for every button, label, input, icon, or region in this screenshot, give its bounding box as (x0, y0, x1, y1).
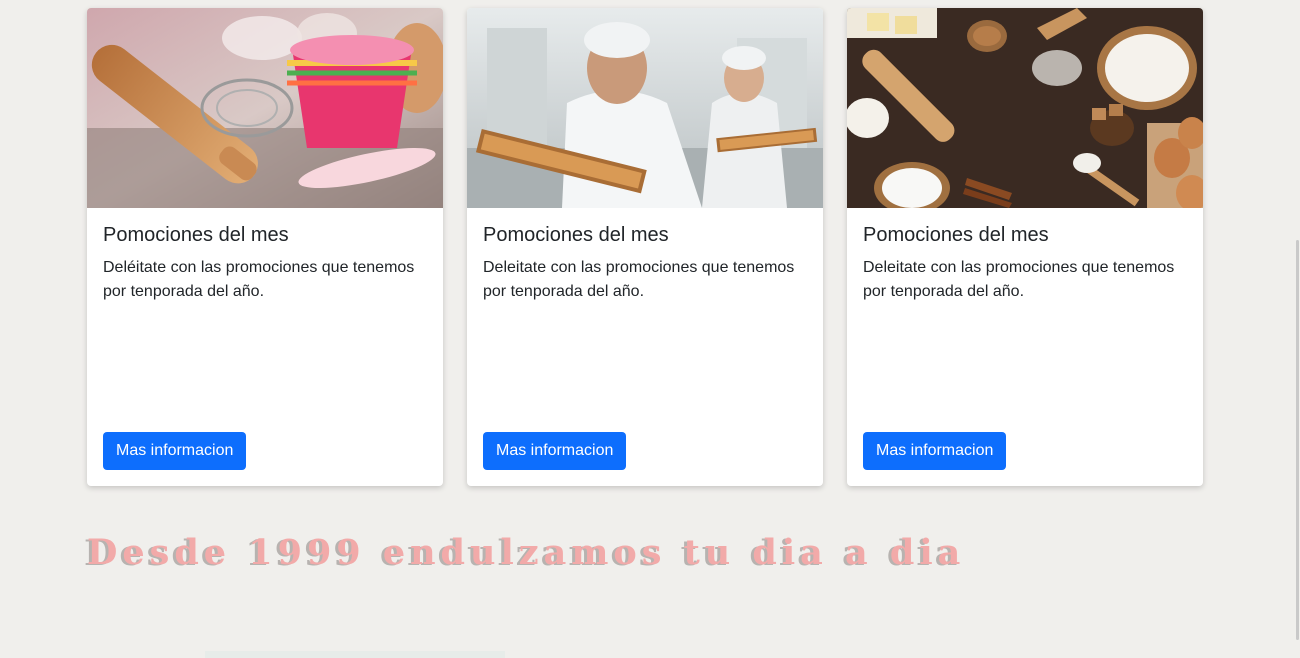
more-info-button[interactable]: Mas informacion (483, 432, 627, 470)
page-scrollbar[interactable] (1292, 0, 1300, 658)
scrollbar-thumb[interactable] (1296, 240, 1299, 640)
card-image-ingredients (847, 8, 1203, 208)
card-image-bakers (467, 8, 823, 208)
promo-cards: Pomociones del mes Deléitate con las pro… (87, 8, 1203, 486)
promo-card-3: Pomociones del mes Deleitate con las pro… (847, 8, 1203, 486)
promo-card-1: Pomociones del mes Deléitate con las pro… (87, 8, 443, 486)
card-title: Pomociones del mes (483, 224, 669, 246)
card-title: Pomociones del mes (863, 224, 1049, 246)
card-text: Deleitate con las promociones que tenemo… (483, 259, 795, 300)
more-info-button[interactable]: Mas informacion (103, 432, 247, 470)
card-image-baking-tools (87, 8, 443, 208)
next-section-edge (205, 651, 505, 658)
card-text: Deléitate con las promociones que tenemo… (103, 259, 415, 300)
card-title: Pomociones del mes (103, 224, 289, 246)
card-text: Deleitate con las promociones que tenemo… (863, 259, 1175, 300)
tagline-heading: Desde 1999 endulzamos tu dia a dia (87, 532, 966, 573)
more-info-button[interactable]: Mas informacion (863, 432, 1007, 470)
promo-card-2: Pomociones del mes Deleitate con las pro… (467, 8, 823, 486)
